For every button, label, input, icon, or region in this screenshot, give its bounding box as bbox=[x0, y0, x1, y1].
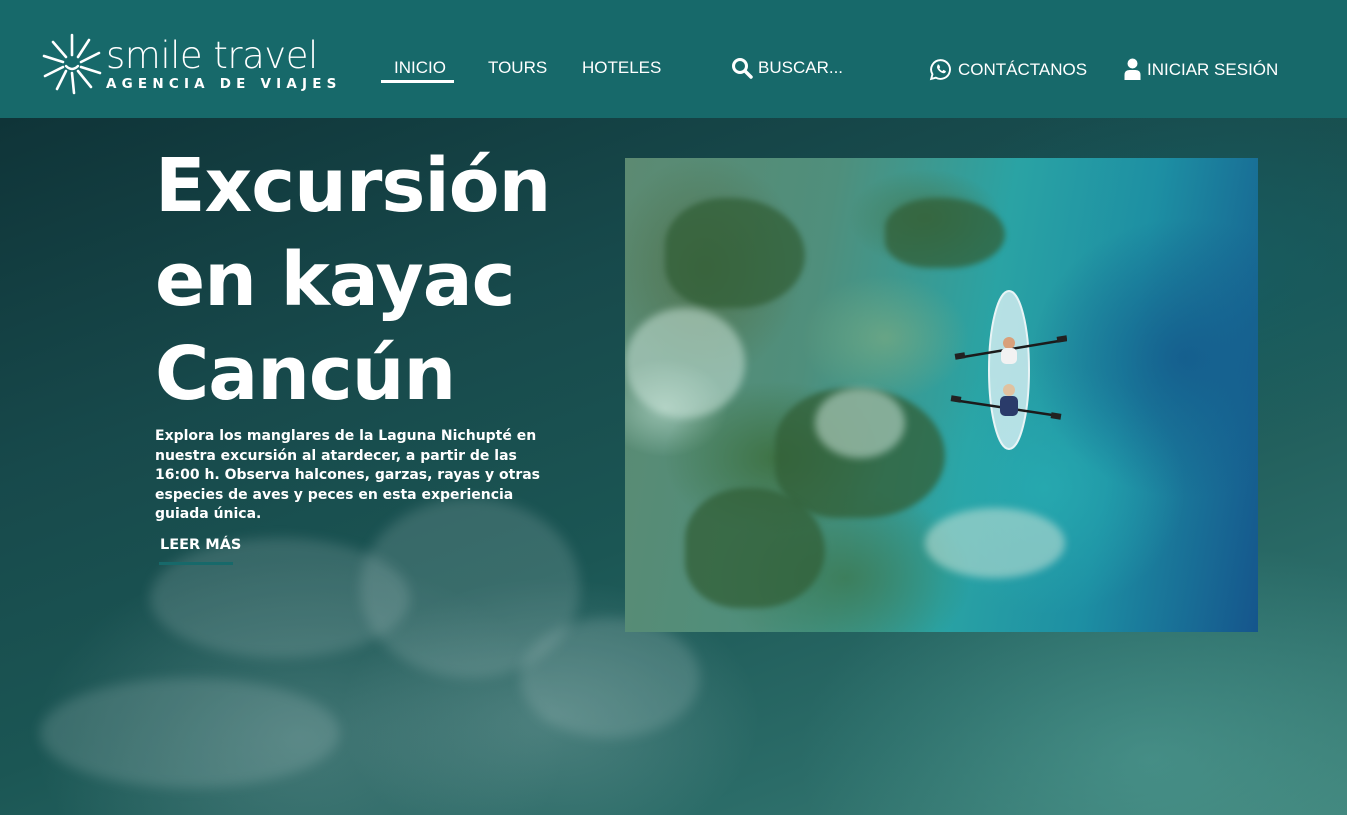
read-more-underline bbox=[159, 562, 233, 565]
sand-patch bbox=[625, 308, 745, 418]
background-foam bbox=[40, 678, 340, 788]
sand-patch bbox=[925, 508, 1065, 578]
hero-title-line: Excursión bbox=[155, 143, 551, 229]
background-foam bbox=[520, 618, 700, 738]
contact-button[interactable]: CONTÁCTANOS bbox=[929, 58, 1087, 81]
login-label: INICIAR SESIÓN bbox=[1147, 59, 1279, 79]
brand-logo[interactable]: smile travel AGENCIA DE VIAJES bbox=[40, 32, 342, 96]
search-button[interactable]: BUSCAR... bbox=[731, 57, 843, 79]
hero-title-line: en kayac bbox=[155, 237, 516, 323]
login-button[interactable]: INICIAR SESIÓN bbox=[1124, 58, 1278, 81]
contact-label: CONTÁCTANOS bbox=[958, 59, 1088, 79]
hero-title-line: Cancún bbox=[155, 331, 456, 417]
hero-title: Excursión en kayac Cancún bbox=[155, 139, 551, 421]
hero-description: Explora los manglares de la Laguna Nichu… bbox=[155, 428, 541, 522]
nav-item-tours[interactable]: TOURS bbox=[488, 58, 547, 78]
kayak-icon bbox=[950, 290, 1067, 450]
reef-patch bbox=[885, 198, 1005, 268]
whatsapp-icon bbox=[929, 59, 951, 81]
nav-active-indicator bbox=[381, 80, 454, 83]
brand-name: smile travel bbox=[106, 34, 318, 77]
reef-patch bbox=[685, 488, 825, 608]
reef-patch bbox=[665, 198, 805, 308]
read-more-link[interactable]: LEER MÁS bbox=[160, 537, 241, 553]
site-header: smile travel AGENCIA DE VIAJES INICIO TO… bbox=[0, 0, 1347, 118]
search-icon bbox=[732, 58, 753, 79]
nav-item-inicio[interactable]: INICIO bbox=[394, 58, 446, 78]
brand-tagline: AGENCIA DE VIAJES bbox=[106, 76, 342, 92]
sand-patch bbox=[815, 388, 905, 458]
user-icon bbox=[1124, 58, 1141, 80]
nav-item-hoteles[interactable]: HOTELES bbox=[582, 58, 661, 78]
search-label: BUSCAR... bbox=[758, 58, 844, 77]
sunburst-logo-icon bbox=[42, 33, 102, 95]
kayak-photo bbox=[625, 158, 1258, 632]
